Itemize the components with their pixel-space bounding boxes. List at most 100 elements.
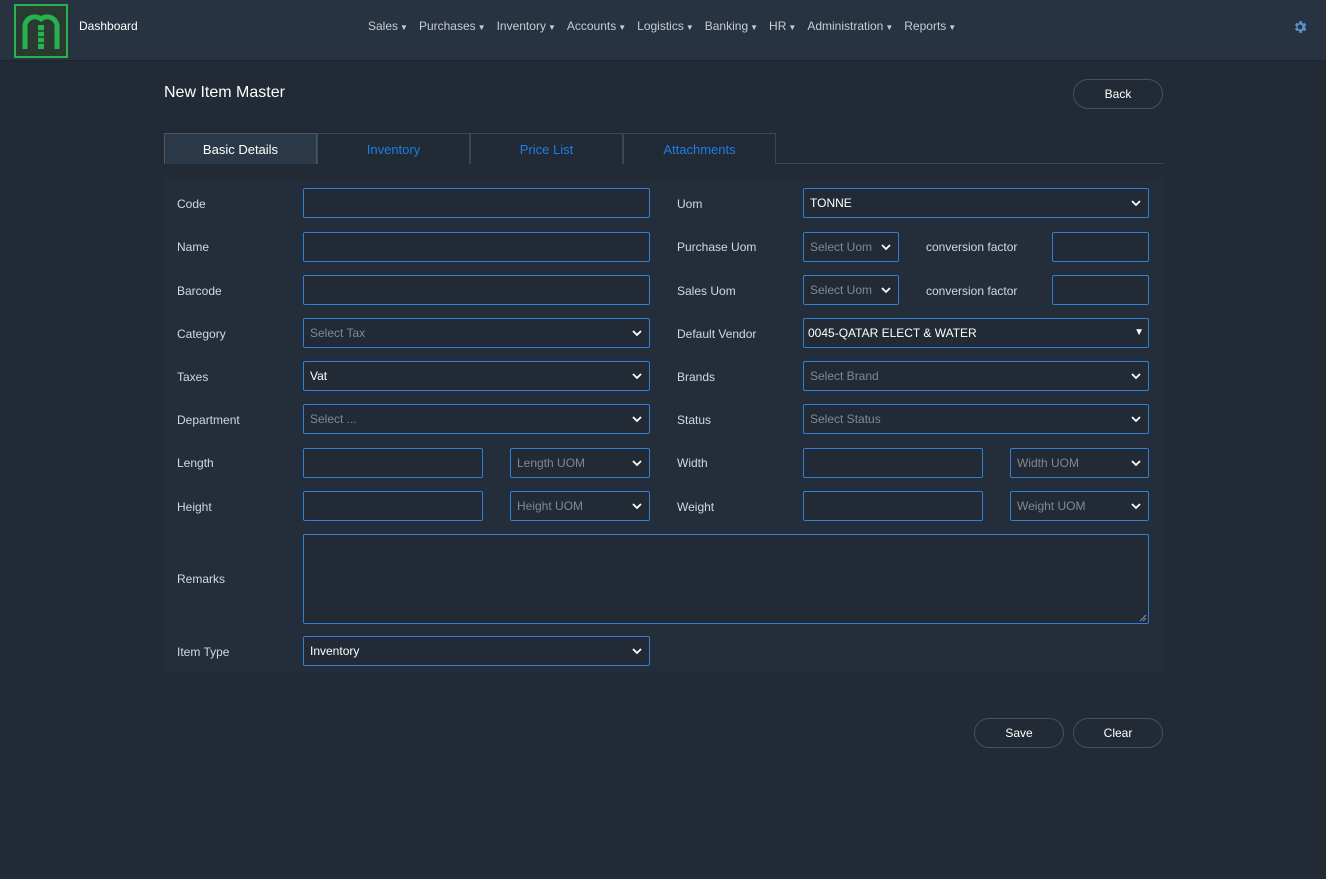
caret-down-icon: ▼ [948,23,957,32]
purchase-uom-label: Purchase Uom [677,240,757,254]
caret-down-icon: ▼ [547,23,556,32]
chevron-down-icon [632,648,642,655]
height-uom-select[interactable]: Height UOM [510,491,650,521]
code-input[interactable] [303,188,650,218]
menu-administration[interactable]: Administration ▼ [807,19,893,33]
tab-attachments[interactable]: Attachments [623,133,776,164]
app-logo[interactable] [14,4,68,58]
save-button[interactable]: Save [974,718,1064,748]
chevron-down-icon [1131,373,1141,380]
tab-inventory[interactable]: Inventory [317,133,470,164]
resize-handle-icon[interactable] [1139,614,1147,622]
chevron-down-icon [881,287,891,294]
caret-down-icon: ▼ [618,23,627,32]
remarks-label: Remarks [177,572,226,586]
department-label: Department [177,413,240,427]
caret-down-icon: ▼ [750,23,759,32]
caret-down-icon: ▼ [1134,327,1144,338]
caret-down-icon: ▼ [788,23,797,32]
sales-conversion-input[interactable] [1052,275,1149,305]
menu-banking-label: Banking [704,19,749,33]
chevron-down-icon [632,416,642,423]
purchase-conversion-label: conversion factor [926,240,1018,254]
sales-uom-label: Sales Uom [677,284,736,298]
tab-basic-details[interactable]: Basic Details [164,133,317,164]
name-label: Name [177,240,210,254]
width-uom-placeholder: Width UOM [1017,456,1080,470]
status-placeholder: Select Status [810,412,881,426]
status-select[interactable]: Select Status [803,404,1149,434]
width-label: Width [677,456,708,470]
category-label: Category [177,327,226,341]
gear-icon[interactable] [1292,19,1308,35]
tab-bar: Basic Details Inventory Price List Attac… [164,133,1163,164]
back-button[interactable]: Back [1073,79,1163,109]
chevron-down-icon [632,330,642,337]
chevron-down-icon [632,503,642,510]
taxes-select[interactable]: Vat [303,361,650,391]
logo-icon [22,14,60,49]
menu-banking[interactable]: Banking ▼ [705,19,758,33]
sales-uom-placeholder: Select Uom [810,283,873,297]
brands-select[interactable]: Select Brand [803,361,1149,391]
menu-reports-label: Reports [904,19,947,33]
purchase-conversion-input[interactable] [1052,232,1149,262]
sales-uom-select[interactable]: Select Uom [803,275,899,305]
menu-accounts[interactable]: Accounts ▼ [567,19,626,33]
uom-label: Uom [677,197,703,211]
basic-details-form: Code Name Barcode Category Taxes Departm… [164,178,1163,673]
dashboard-link[interactable]: Dashboard [79,19,138,33]
menu-sales[interactable]: Sales ▼ [368,19,408,33]
chevron-down-icon [1131,200,1141,207]
default-vendor-select[interactable]: 0045-QATAR ELECT & WATER ▼ [803,318,1149,348]
menu-purchases[interactable]: Purchases ▼ [419,19,486,33]
purchase-uom-placeholder: Select Uom [810,240,873,254]
weight-uom-placeholder: Weight UOM [1017,499,1086,513]
height-input[interactable] [303,491,483,521]
length-label: Length [177,456,214,470]
uom-select[interactable]: TONNE [803,188,1149,218]
category-placeholder: Select Tax [310,326,366,340]
uom-value: TONNE [810,196,852,210]
length-uom-select[interactable]: Length UOM [510,448,650,478]
item-type-select[interactable]: Inventory [303,636,650,666]
page-title: New Item Master [164,84,285,101]
tab-price-list[interactable]: Price List [470,133,623,164]
item-type-value: Inventory [310,644,360,658]
length-input[interactable] [303,448,483,478]
weight-uom-select[interactable]: Weight UOM [1010,491,1149,521]
weight-input[interactable] [803,491,983,521]
chevron-down-icon [1131,416,1141,423]
menu-administration-label: Administration [807,19,884,33]
default-vendor-value: 0045-QATAR ELECT & WATER [808,326,977,340]
menu-inventory[interactable]: Inventory ▼ [497,19,556,33]
department-select[interactable]: Select ... [303,404,650,434]
menu-logistics-label: Logistics [637,19,684,33]
purchase-uom-select[interactable]: Select Uom [803,232,899,262]
default-vendor-label: Default Vendor [677,327,757,341]
width-uom-select[interactable]: Width UOM [1010,448,1149,478]
caret-down-icon: ▼ [400,23,408,32]
brands-placeholder: Select Brand [810,369,879,383]
caret-down-icon: ▼ [885,23,894,32]
menu-logistics[interactable]: Logistics ▼ [637,19,694,33]
main-menu: Sales ▼ Purchases ▼ Inventory ▼ Accounts ▼ L… [368,19,967,33]
menu-purchases-label: Purchases [418,19,476,33]
menu-hr[interactable]: HR ▼ [769,19,796,33]
menu-reports[interactable]: Reports ▼ [904,19,956,33]
clear-button[interactable]: Clear [1073,718,1163,748]
name-input[interactable] [303,232,650,262]
category-select[interactable]: Select Tax [303,318,650,348]
taxes-label: Taxes [177,370,209,384]
menu-hr-label: HR [769,19,787,33]
menu-sales-label: Sales [368,19,399,33]
remarks-textarea[interactable] [303,534,1149,624]
top-navbar: Dashboard Sales ▼ Purchases ▼ Inventory ▼ A… [0,0,1326,61]
department-placeholder: Select ... [310,412,357,426]
barcode-input[interactable] [303,275,650,305]
caret-down-icon: ▼ [685,23,694,32]
width-input[interactable] [803,448,983,478]
brands-label: Brands [677,370,716,384]
status-label: Status [677,413,712,427]
height-uom-placeholder: Height UOM [517,499,584,513]
